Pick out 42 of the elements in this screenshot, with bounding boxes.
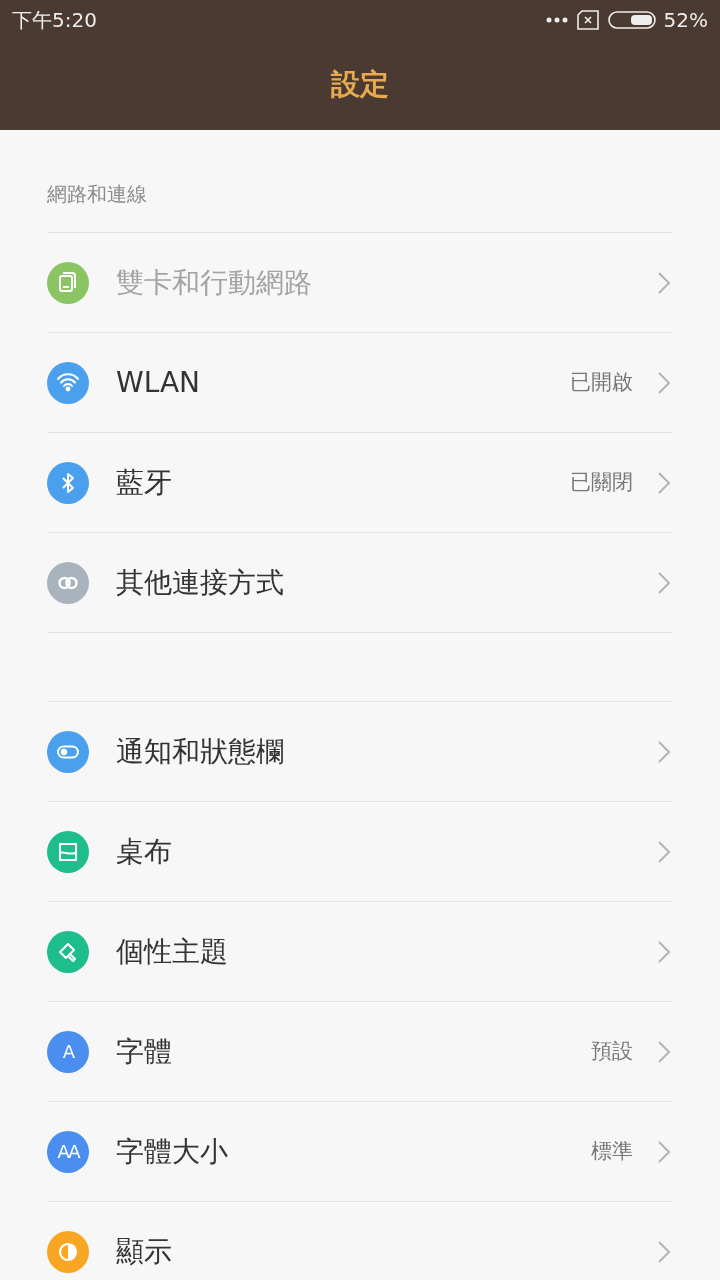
battery-icon (607, 10, 656, 30)
row-label: 字體大小 (116, 1133, 229, 1170)
chevron-icon (657, 1239, 671, 1264)
font-icon: A (47, 1030, 89, 1073)
row-value: 預設 (591, 1037, 633, 1065)
row-label: 雙卡和行動網路 (116, 264, 313, 301)
settings-row[interactable]: 顯示 (47, 1202, 673, 1280)
row-label: 桌布 (116, 833, 173, 870)
settings-row[interactable]: WLAN 已開啟 (47, 333, 673, 433)
settings-row[interactable]: 藍牙 已關閉 (47, 433, 673, 533)
row-label: 通知和狀態欄 (116, 733, 285, 770)
chevron-icon (657, 570, 671, 595)
chevron-icon (657, 470, 671, 495)
page-title: 設定 (331, 66, 389, 104)
settings-row[interactable]: 桌布 (47, 802, 673, 902)
row-label: 藍牙 (116, 464, 173, 501)
more-dots-icon (545, 17, 568, 23)
chevron-icon (657, 739, 671, 764)
chevron-icon (657, 839, 671, 864)
row-label: 個性主題 (116, 933, 229, 970)
chevron-icon (657, 370, 671, 395)
row-value: 已開啟 (570, 368, 633, 396)
no-sim-icon (575, 10, 600, 30)
chevron-icon (657, 270, 671, 295)
row-label: 其他連接方式 (116, 564, 285, 601)
chevron-icon (657, 1139, 671, 1164)
settings-row[interactable]: 其他連接方式 (47, 533, 673, 633)
row-value: 已關閉 (570, 468, 633, 496)
settings-row[interactable]: AA 字體大小 標準 (47, 1102, 673, 1202)
row-label: 字體 (116, 1033, 173, 1070)
chevron-icon (657, 939, 671, 964)
battery-level: 52% (663, 7, 708, 34)
section-header: 網路和連線 (47, 181, 147, 208)
status-time: 下午5:20 (12, 7, 97, 34)
chevron-icon (657, 1039, 671, 1064)
font-icon: AA (47, 1130, 89, 1173)
settings-row[interactable]: 個性主題 (47, 902, 673, 1002)
row-label: 顯示 (116, 1233, 173, 1270)
settings-row[interactable]: A 字體 預設 (47, 1002, 673, 1102)
row-label: WLAN (116, 364, 202, 401)
settings-row[interactable]: 通知和狀態欄 (47, 702, 673, 802)
row-value: 標準 (591, 1137, 633, 1165)
